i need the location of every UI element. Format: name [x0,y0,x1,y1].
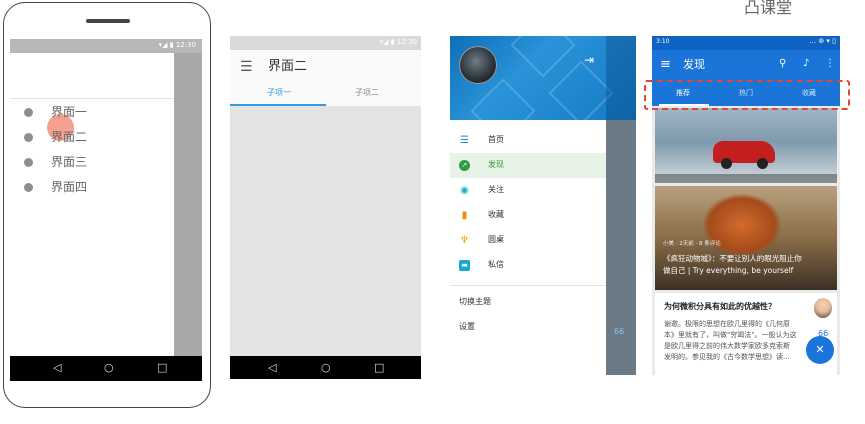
message-icon: ▬ [459,260,470,271]
drawer-item-label: 关注 [488,185,504,194]
trophy-icon: ♆ [460,235,469,246]
card-headline: 《疯狂动物城》：不要让别人的眼光阻止你 [663,254,802,263]
tab-sub-1[interactable]: 子项一 [267,89,291,97]
home-icon[interactable]: ○ [104,362,114,373]
status-icons: ▾◢ ▮ 12:30 [379,38,417,46]
shuffle-fab[interactable]: ✕ [806,336,834,364]
brand-logo: 凸课堂 [744,0,793,17]
tab-indicator [230,104,326,106]
answer-excerpt: 是欧几里得之前的伟大数学家欧多克索斯 [664,342,790,350]
car-wheel [757,158,768,169]
phone-screen: ▾◢ ▮ 12:30 界面一 界面二 界面三 界面四 ◁ ○ □ [10,39,202,381]
drawer-item-messages[interactable]: ▬ 私信 [450,253,606,278]
status-bar: 3:10 … ⊚ ▾ ▯ [652,36,840,50]
drawer-item-label: 界面二 [51,130,88,144]
answer-title: 为何微积分具有如此的优越性？ [664,302,776,311]
drawer-item-roundtable[interactable]: ♆ 圆桌 [450,228,606,253]
tab-sub-2[interactable]: 子项二 [355,89,379,97]
drawer-item-follow[interactable]: ◉ 关注 [450,178,606,203]
drawer-item-3[interactable]: 界面三 [10,150,174,175]
back-icon[interactable]: ◁ [53,362,61,373]
header-pattern [470,78,536,120]
drawer-item-2[interactable]: 界面二 [10,125,174,150]
settings-item[interactable]: 设置 [459,323,475,331]
phone-speaker [86,19,130,23]
drawer-item-4[interactable]: 界面四 [10,175,174,200]
answer-excerpt: 发明的。参见我的《古今数学思想》读... [664,353,790,361]
drawer-item-label: 收藏 [488,210,504,219]
recents-icon[interactable]: □ [374,362,384,373]
bullet-icon [24,133,33,142]
more-icon[interactable]: ⋮ [825,59,835,69]
drawer-menu: ☰ 首页 ➚ 发现 ◉ 关注 ▮ 收藏 ♆ 圆桌 ▬ 私信 切换主题 设置 [450,120,606,375]
status-bar: ▾◢ ▮ 12:30 [230,36,421,50]
drawer-divider [10,98,174,99]
back-icon[interactable]: ◁ [268,362,276,373]
answer-excerpt: 谢邀。极限的思想在欧几里得的《几何原 [664,320,790,328]
drawer-item-label: 界面三 [51,155,88,169]
drawer-item-favorites[interactable]: ▮ 收藏 [450,203,606,228]
drawer-item-label: 圆桌 [488,235,504,244]
scrim[interactable] [606,120,636,375]
recents-icon[interactable]: □ [157,362,167,373]
status-icons: ▾◢ ▮ 12:30 [158,41,196,49]
phone-mockup: ▾◢ ▮ 12:30 界面一 界面二 界面三 界面四 ◁ ○ □ [3,2,211,408]
page-title: 发现 [683,58,705,71]
caption-strip [655,174,837,183]
avatar[interactable] [459,46,497,84]
scrim [606,36,636,120]
drawer-item-label: 界面四 [51,180,88,194]
card-meta: 小美 · 2天前 · 8 条评论 [663,241,721,247]
home-icon[interactable]: ○ [321,362,331,373]
bullet-icon [24,183,33,192]
bookmark-icon: ▮ [461,210,468,221]
bullet-icon [24,158,33,167]
list-icon: ☰ [460,135,469,146]
feed-card-zootopia[interactable]: 小美 · 2天前 · 8 条评论 《疯狂动物城》：不要让别人的眼光阻止你 做自己… [655,186,837,290]
search-icon[interactable]: ⚲ [779,59,786,69]
drawer-item-label: 界面一 [51,105,88,119]
page-title: 界面二 [268,59,308,74]
status-icons: … ⊚ ▾ ▯ [809,37,836,45]
system-nav-bar: ◁ ○ □ [230,356,421,379]
bell-icon[interactable]: ♪ [803,59,809,69]
drawer-item-label: 发现 [488,160,504,169]
logout-icon[interactable]: ⇥ [584,54,594,66]
card-headline: 做自己 | Try everything, be yourself [663,266,794,275]
answer-excerpt: 本》里就有了，叫做"穷竭法"。一般认为这 [664,331,797,339]
menu-icon[interactable]: ☰ [240,60,253,74]
drawer-item-home[interactable]: ☰ 首页 [450,128,606,153]
highlight-box [644,80,850,110]
drawer-item-1[interactable]: 界面一 [10,100,174,125]
compass-icon: ➚ [459,160,470,171]
bullet-icon [24,108,33,117]
car-wheel [721,158,732,169]
drawer-item-label: 首页 [488,135,504,144]
header-pattern [510,36,576,78]
status-time: 3:10 [656,38,670,45]
drawer-divider [450,285,606,286]
screen-drawer-open: ⇥ ☰ 首页 ➚ 发现 ◉ 关注 ▮ 收藏 ♆ 圆桌 ▬ 私信 切换主题 设置 [450,36,636,375]
drawer-item-label: 私信 [488,260,504,269]
eye-icon: ◉ [460,185,469,196]
drawer-item-discover[interactable]: ➚ 发现 [450,153,606,178]
feed-card-answer[interactable]: 为何微积分具有如此的优越性？ 66 谢邀。极限的思想在欧几里得的《几何原 本》里… [655,293,837,375]
feed-card-image-car[interactable] [655,108,837,183]
avatar[interactable] [814,298,832,318]
system-nav-bar: ◁ ○ □ [10,356,202,381]
count-badge: 66 [614,327,625,336]
header-pattern [548,60,614,120]
navigation-drawer: 界面一 界面二 界面三 界面四 [10,53,174,356]
switch-theme-item[interactable]: 切换主题 [459,298,491,306]
menu-icon[interactable]: ≡ [660,58,671,71]
status-bar: ▾◢ ▮ 12:30 [10,39,202,53]
screen-tabs: ▾◢ ▮ 12:30 ☰ 界面二 子项一 子项二 ◁ ○ □ [230,36,421,379]
drawer-scrim[interactable] [174,53,202,356]
toolbar: ☰ 界面二 子项一 子项二 [230,50,421,106]
